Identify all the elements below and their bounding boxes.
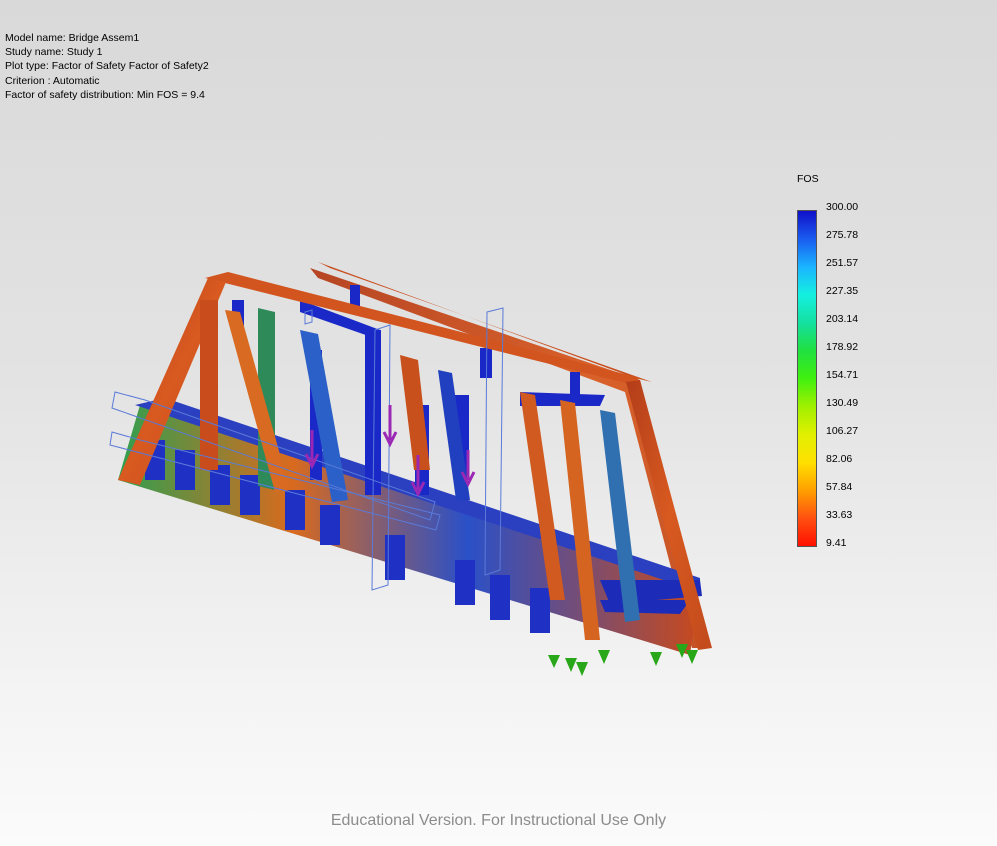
colorbar-tick-label: 130.49 [826,397,859,409]
educational-watermark: Educational Version. For Instructional U… [330,812,667,829]
colorbar-tick-label: 227.35 [826,285,859,297]
colorbar-tick-label: 178.92 [826,341,859,353]
colorbar-tick-label: 82.06 [826,453,853,465]
colorbar-tick-label: 33.63 [826,509,853,521]
colorbar-tick-label: 106.27 [826,425,859,437]
colorbar-tick-label: 154.71 [826,369,859,381]
model-viewport[interactable] [0,0,997,846]
colorbar-tick-label: 9.41 [826,537,847,549]
colorbar-tick-label: 57.84 [826,481,853,493]
colorbar-tick-label: 300.00 [826,201,859,213]
fos-colorbar [797,210,817,547]
colorbar-tick-label: 203.14 [826,313,859,325]
legend-title: FOS [797,173,819,185]
front-truss [118,272,712,650]
colorbar-tick-label: 251.57 [826,257,859,269]
colorbar-tick-label: 275.78 [826,229,859,241]
